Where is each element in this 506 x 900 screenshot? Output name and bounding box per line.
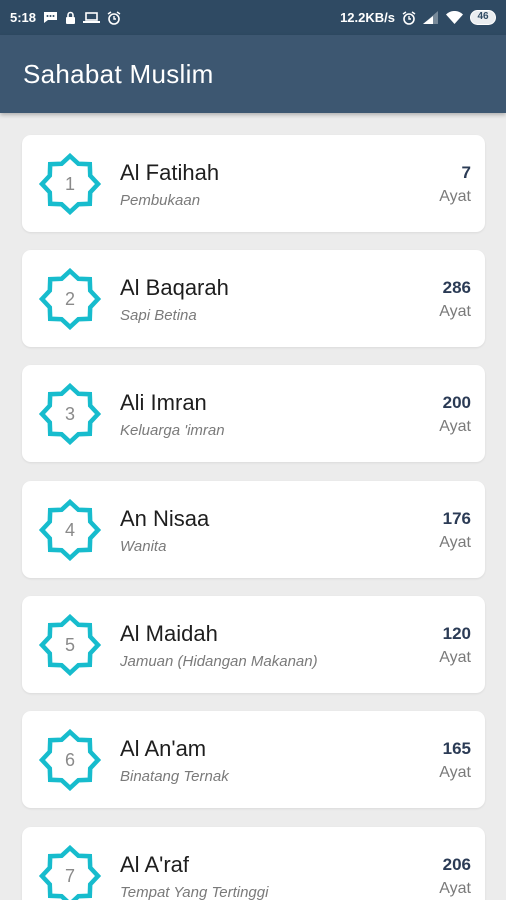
surah-number: 5 <box>64 634 75 655</box>
ayat-count: 200 <box>442 393 471 412</box>
laptop-icon <box>83 11 101 24</box>
network-speed: 12.2KB/s <box>340 10 395 25</box>
ayat-label: Ayat <box>439 303 471 320</box>
surah-meaning: Jamuan (Hidangan Makanan) <box>120 653 318 670</box>
chat-icon <box>43 11 58 24</box>
surah-number: 2 <box>64 288 75 309</box>
status-bar: 5:18 12.2KB/s 46 <box>0 0 506 35</box>
surah-number: 6 <box>64 749 75 770</box>
ayat-label: Ayat <box>439 418 471 435</box>
surah-meaning: Keluarga 'imran <box>120 422 225 439</box>
surah-number-badge: 6 <box>39 729 101 791</box>
surah-meaning: Pembukaan <box>120 192 201 209</box>
surah-name: Al Maidah <box>120 621 218 646</box>
surah-meaning: Sapi Betina <box>120 307 197 324</box>
surah-card[interactable]: 6 Al An'am Binatang Ternak 165 Ayat <box>22 711 485 808</box>
ayat-count: 286 <box>442 278 471 297</box>
ayat-count: 165 <box>442 739 471 758</box>
status-bar-left: 5:18 <box>10 10 121 25</box>
app-title: Sahabat Muslim <box>23 58 214 89</box>
battery-icon: 46 <box>470 10 496 25</box>
surah-card[interactable]: 4 An Nisaa Wanita 176 Ayat <box>22 481 485 578</box>
ayat-count: 7 <box>461 163 471 182</box>
surah-card[interactable]: 7 Al A'raf Tempat Yang Tertinggi 206 Aya… <box>22 827 485 900</box>
surah-name: An Nisaa <box>120 506 210 531</box>
surah-card[interactable]: 2 Al Baqarah Sapi Betina 286 Ayat <box>22 250 485 347</box>
surah-number-badge: 1 <box>39 153 101 215</box>
surah-card[interactable]: 3 Ali Imran Keluarga 'imran 200 Ayat <box>22 365 485 462</box>
surah-number: 1 <box>64 173 75 194</box>
ayat-label: Ayat <box>439 880 471 897</box>
surah-number-badge: 5 <box>39 614 101 676</box>
surah-number-badge: 3 <box>39 383 101 445</box>
surah-name: Ali Imran <box>120 390 207 415</box>
signal-icon <box>423 11 439 24</box>
surah-name: Al An'am <box>120 736 207 761</box>
surah-card[interactable]: 1 Al Fatihah Pembukaan 7 Ayat <box>22 135 485 232</box>
ayat-label: Ayat <box>439 188 471 205</box>
status-time: 5:18 <box>10 10 37 25</box>
surah-name: Al Baqarah <box>120 275 229 300</box>
surah-number: 4 <box>64 519 75 540</box>
surah-meaning: Wanita <box>120 538 167 555</box>
ayat-label: Ayat <box>439 534 471 551</box>
ayat-count: 120 <box>442 624 471 643</box>
surah-name: Al A'raf <box>120 852 190 877</box>
surah-number: 3 <box>64 403 75 424</box>
app-bar: Sahabat Muslim <box>0 35 506 113</box>
surah-number-badge: 4 <box>39 499 101 561</box>
wifi-icon <box>446 11 463 24</box>
lock-icon <box>65 11 76 25</box>
surah-number-badge: 7 <box>39 845 101 900</box>
surah-meaning: Tempat Yang Tertinggi <box>120 884 269 900</box>
surah-name: Al Fatihah <box>120 160 220 185</box>
surah-number-badge: 2 <box>39 268 101 330</box>
ayat-count: 176 <box>442 509 471 528</box>
surah-list[interactable]: 1 Al Fatihah Pembukaan 7 Ayat 2 Al Baqar… <box>0 113 506 900</box>
status-bar-right: 12.2KB/s 46 <box>340 10 496 25</box>
ayat-count: 206 <box>442 855 471 874</box>
surah-number: 7 <box>64 865 75 886</box>
surah-meaning: Binatang Ternak <box>120 768 229 785</box>
alarm-icon <box>107 10 121 25</box>
ayat-label: Ayat <box>439 649 471 666</box>
alarm-icon <box>402 10 416 25</box>
surah-card[interactable]: 5 Al Maidah Jamuan (Hidangan Makanan) 12… <box>22 596 485 693</box>
ayat-label: Ayat <box>439 764 471 781</box>
